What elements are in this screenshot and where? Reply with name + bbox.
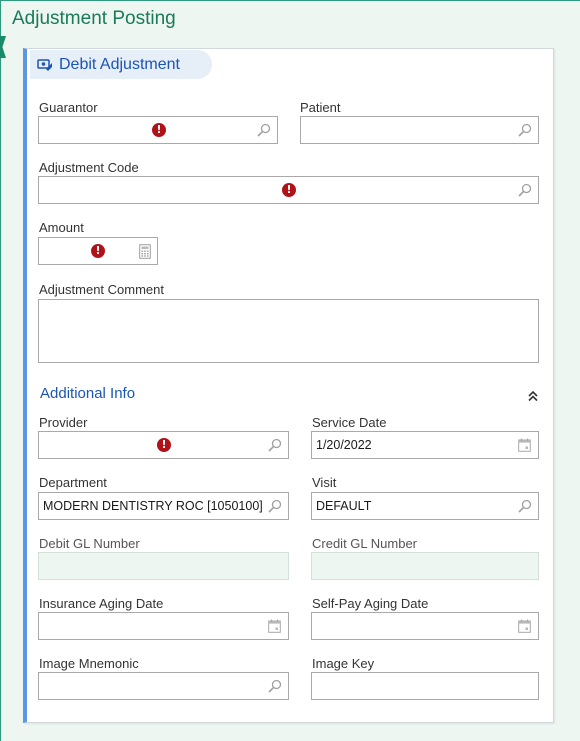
self-pay-aging-date-label: Self-Pay Aging Date	[312, 596, 429, 611]
required-error-icon: !	[91, 244, 105, 258]
guarantor-field[interactable]: !	[38, 116, 278, 144]
search-icon[interactable]	[268, 499, 282, 513]
department-field[interactable]: MODERN DENTISTRY ROC [1050100]	[38, 492, 289, 520]
guarantor-label: Guarantor	[39, 100, 98, 115]
patient-label: Patient	[300, 100, 341, 115]
department-label: Department	[39, 475, 107, 490]
image-key-field[interactable]	[311, 672, 539, 700]
image-mnemonic-field[interactable]	[38, 672, 289, 700]
search-icon[interactable]	[268, 679, 282, 693]
calculator-icon[interactable]	[139, 244, 151, 259]
required-error-icon: !	[282, 183, 296, 197]
adjustment-comment-textarea[interactable]	[38, 299, 539, 363]
credit-gl-number-field	[311, 552, 539, 580]
adjustment-code-label: Adjustment Code	[39, 160, 139, 175]
visit-value: DEFAULT	[316, 499, 372, 513]
patient-field[interactable]	[300, 116, 539, 144]
debit-gl-number-label: Debit GL Number	[39, 536, 140, 551]
self-pay-aging-date-field[interactable]	[311, 612, 539, 640]
visit-field[interactable]: DEFAULT	[311, 492, 539, 520]
panel-header: Debit Adjustment	[30, 50, 212, 79]
service-date-field[interactable]: 1/20/2022	[311, 431, 539, 459]
adjustment-code-field[interactable]: !	[38, 176, 539, 204]
amount-field[interactable]: !	[38, 237, 158, 265]
page-title: Adjustment Posting	[12, 8, 176, 29]
required-error-icon: !	[157, 438, 171, 452]
search-icon[interactable]	[518, 499, 532, 513]
calendar-icon[interactable]	[518, 438, 531, 452]
image-mnemonic-label: Image Mnemonic	[39, 656, 139, 671]
additional-info-title: Additional Info	[40, 385, 136, 402]
search-icon[interactable]	[268, 438, 282, 452]
visit-label: Visit	[312, 475, 337, 490]
side-tab-marker[interactable]	[0, 36, 6, 58]
required-error-icon: !	[152, 123, 166, 137]
service-date-value: 1/20/2022	[316, 438, 372, 452]
service-date-label: Service Date	[312, 415, 387, 430]
calendar-icon[interactable]	[518, 619, 531, 633]
search-icon[interactable]	[518, 123, 532, 137]
credit-gl-number-label: Credit GL Number	[312, 536, 417, 551]
provider-field[interactable]: !	[38, 431, 289, 459]
adjustment-comment-label: Adjustment Comment	[39, 282, 164, 297]
provider-label: Provider	[39, 415, 88, 430]
debit-gl-number-field	[38, 552, 289, 580]
insurance-aging-date-label: Insurance Aging Date	[39, 596, 164, 611]
debit-adjustment-panel: Debit Adjustment Guarantor ! Patient Adj…	[23, 48, 554, 723]
amount-label: Amount	[39, 220, 84, 235]
double-chevron-up-icon[interactable]	[527, 390, 539, 402]
department-value: MODERN DENTISTRY ROC [1050100]	[43, 499, 263, 513]
panel-title: Debit Adjustment	[59, 55, 180, 73]
search-icon[interactable]	[257, 123, 271, 137]
search-icon[interactable]	[518, 183, 532, 197]
calendar-icon[interactable]	[268, 619, 281, 633]
image-key-label: Image Key	[312, 656, 375, 671]
money-adjustment-icon	[37, 58, 52, 71]
insurance-aging-date-field[interactable]	[38, 612, 289, 640]
